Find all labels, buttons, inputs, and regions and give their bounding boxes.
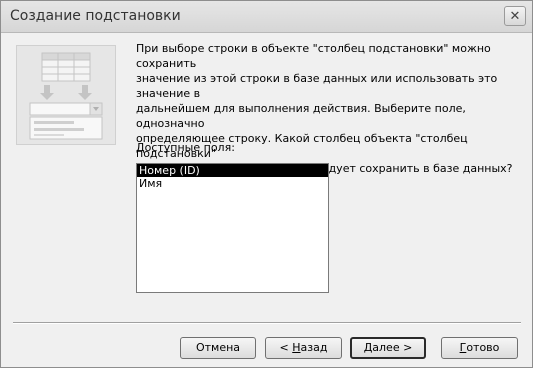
list-item-id[interactable]: Номер (ID): [137, 164, 328, 177]
close-icon: ✕: [509, 8, 521, 24]
available-fields-label: Доступные поля:: [136, 141, 235, 154]
table-to-list-icon: [29, 52, 103, 140]
cancel-button-label: Отмена: [195, 341, 241, 354]
next-button-label: алее >: [372, 341, 413, 354]
back-button[interactable]: < Назад: [265, 337, 342, 359]
finish-button-label: отово: [466, 341, 500, 354]
window-title: Создание подстановки: [10, 8, 181, 24]
back-button-accel: Н: [292, 341, 301, 354]
next-button-accel: Д: [363, 341, 373, 354]
list-item-name[interactable]: Имя: [137, 177, 328, 190]
available-fields-listbox[interactable]: Номер (ID) Имя: [136, 163, 329, 293]
back-button-label: азад: [300, 341, 328, 354]
cancel-button[interactable]: Отмена: [180, 337, 256, 359]
close-button[interactable]: ✕: [504, 6, 526, 26]
title-bar[interactable]: Создание подстановки ✕: [1, 1, 532, 33]
back-button-prefix: <: [279, 341, 293, 354]
lookup-wizard-dialog: Создание подстановки ✕ При выборе строки…: [0, 0, 533, 368]
button-separator: [13, 322, 521, 324]
lookup-wizard-illustration: [16, 45, 116, 145]
instruction-text: При выборе строки в объекте "столбец под…: [136, 42, 513, 175]
finish-button[interactable]: Готово: [441, 337, 518, 359]
next-button[interactable]: Далее >: [350, 337, 426, 359]
